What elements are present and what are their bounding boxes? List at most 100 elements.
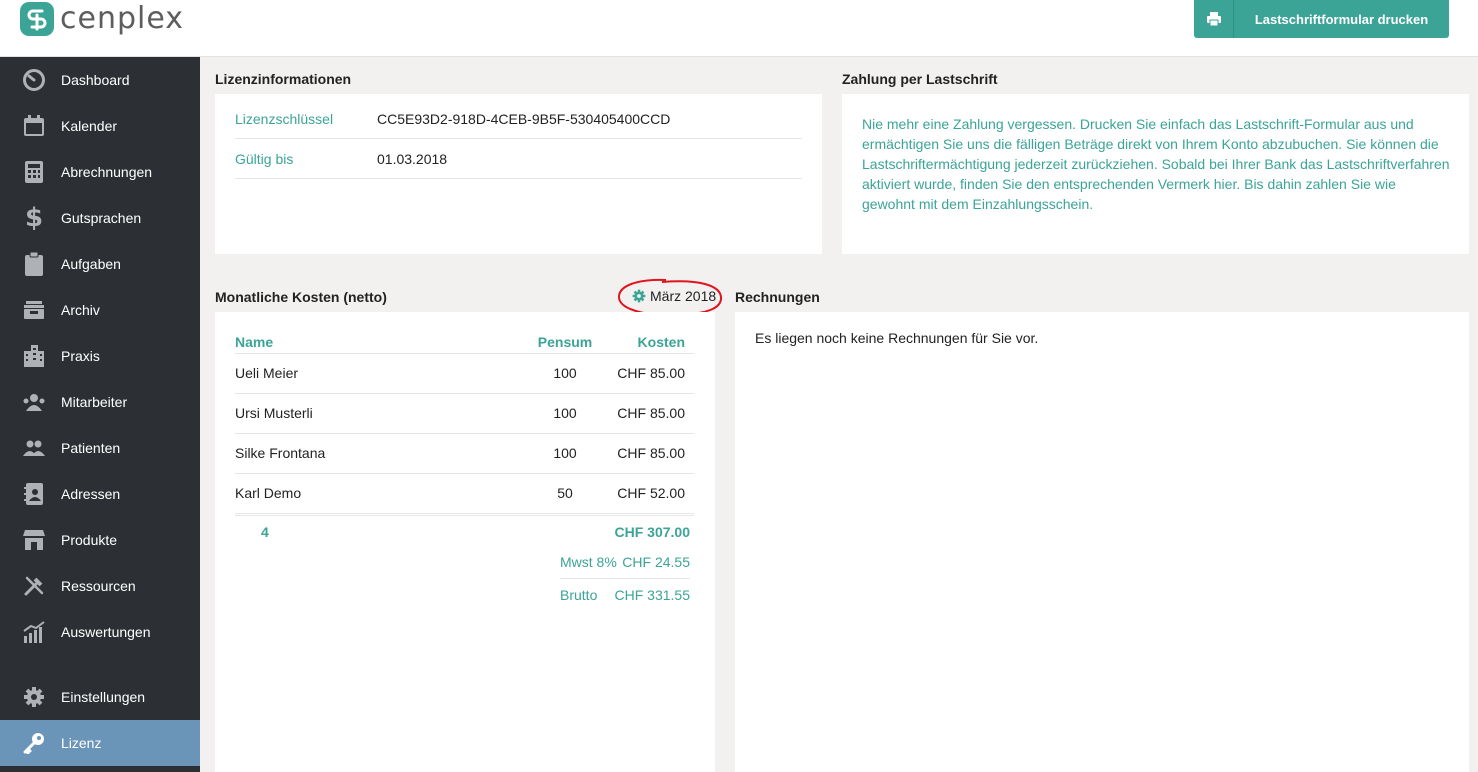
dollar-icon: $ (24, 203, 44, 233)
table-row: Silke Frontana 100 CHF 85.00 (235, 433, 694, 474)
brand-name: cenplex (60, 1, 185, 36)
tools-icon (21, 573, 47, 599)
sidebar-item-label: Lizenz (61, 735, 102, 751)
payment-section-title: Zahlung per Lastschrift (842, 71, 998, 87)
invoices-section-title: Rechnungen (735, 289, 820, 305)
payment-panel: Nie mehr eine Zahlung vergessen. Drucken… (842, 94, 1469, 254)
license-panel: Lizenzschlüssel CC5E93D2-918D-4CEB-9B5F-… (215, 94, 822, 254)
sidebar-item-praxis[interactable]: Praxis (0, 333, 200, 379)
table-row: Ursi Musterli 100 CHF 85.00 (235, 393, 694, 434)
gear-icon (632, 289, 646, 303)
costs-panel: Name Pensum Kosten Ueli Meier 100 CHF 85… (215, 312, 715, 772)
logo[interactable]: cenplex (20, 2, 184, 36)
license-key-value: CC5E93D2-918D-4CEB-9B5F-530405400CCD (377, 110, 671, 127)
sidebar-item-patienten[interactable]: Patienten (0, 425, 200, 471)
costs-table: Name Pensum Kosten Ueli Meier 100 CHF 85… (235, 332, 694, 514)
chart-icon (21, 619, 47, 645)
logo-mark-icon (20, 2, 54, 36)
patients-icon (21, 435, 47, 461)
row-name: Silke Frontana (235, 433, 515, 474)
sidebar-item-kalender[interactable]: Kalender (0, 103, 200, 149)
sidebar-item-gutsprachen[interactable]: $ Gutsprachen (0, 195, 200, 241)
sidebar-item-abrechnungen[interactable]: Abrechnungen (0, 149, 200, 195)
sidebar-item-label: Gutsprachen (61, 210, 142, 226)
vat-value: CHF 24.55 (622, 554, 690, 570)
sidebar-item-adressen[interactable]: Adressen (0, 471, 200, 517)
employee-count: 4 (261, 524, 269, 540)
gross-label: Brutto (560, 587, 598, 603)
license-key-row: Lizenzschlüssel CC5E93D2-918D-4CEB-9B5F-… (235, 99, 802, 139)
month-selector-label: März 2018 (650, 288, 717, 304)
invoices-panel: Es liegen noch keine Rechnungen für Sie … (735, 312, 1469, 772)
key-icon (21, 730, 47, 756)
sidebar-item-label: Ressourcen (61, 578, 136, 594)
sidebar-item-mitarbeiter[interactable]: Mitarbeiter (0, 379, 200, 425)
sidebar-item-label: Abrechnungen (61, 164, 153, 180)
building-icon (21, 343, 47, 369)
total-divider (235, 515, 694, 516)
sidebar-item-label: Archiv (61, 302, 100, 318)
sidebar-item-ressourcen[interactable]: Ressourcen (0, 563, 200, 609)
row-name: Ursi Musterli (235, 393, 515, 434)
column-header-pensum[interactable]: Pensum (515, 332, 615, 354)
sidebar-item-archiv[interactable]: Archiv (0, 287, 200, 333)
sidebar-item-produkte[interactable]: Produkte (0, 517, 200, 563)
license-section-title: Lizenzinformationen (215, 71, 352, 87)
costs-section-title: Monatliche Kosten (netto) (215, 289, 387, 305)
gear-icon (21, 684, 47, 710)
staff-icon (21, 389, 47, 415)
payment-description: Nie mehr eine Zahlung vergessen. Drucken… (862, 116, 1450, 212)
shop-icon (21, 527, 47, 553)
sidebar-item-label: Adressen (61, 486, 121, 502)
row-kosten: CHF 85.00 (615, 353, 694, 394)
sidebar: Dashboard Kalender Abrechnungen $ Gutspr… (0, 57, 200, 772)
net-total: CHF 307.00 (614, 524, 690, 540)
column-header-kosten[interactable]: Kosten (615, 332, 694, 354)
month-selector[interactable]: März 2018 (632, 288, 716, 304)
sidebar-item-auswertungen[interactable]: Auswertungen (0, 609, 200, 655)
table-row: Karl Demo 50 CHF 52.00 (235, 473, 694, 514)
row-pensum: 100 (515, 433, 615, 474)
license-key-label: Lizenzschlüssel (235, 110, 334, 127)
row-kosten: CHF 52.00 (615, 473, 694, 514)
vat-label: Mwst 8% (560, 554, 617, 570)
sidebar-item-dashboard[interactable]: Dashboard (0, 57, 200, 103)
print-debit-form-button[interactable]: Lastschriftformular drucken (1194, 0, 1449, 38)
sidebar-item-label: Dashboard (61, 72, 130, 88)
archive-icon (21, 297, 47, 323)
dashboard-icon (21, 67, 47, 93)
row-kosten: CHF 85.00 (615, 393, 694, 434)
sidebar-item-label: Praxis (61, 348, 100, 364)
address-book-icon (21, 481, 47, 507)
sidebar-item-label: Auswertungen (61, 624, 151, 640)
valid-until-row: Gültig bis 01.03.2018 (235, 139, 802, 179)
printer-icon (1194, 0, 1234, 38)
row-pensum: 100 (515, 353, 615, 394)
clipboard-icon (21, 251, 47, 277)
sidebar-item-label: Produkte (61, 532, 118, 548)
print-button-label: Lastschriftformular drucken (1254, 11, 1429, 27)
sidebar-item-aufgaben[interactable]: Aufgaben (0, 241, 200, 287)
row-kosten: CHF 85.00 (615, 433, 694, 474)
valid-until-label: Gültig bis (235, 150, 294, 167)
valid-until-value: 01.03.2018 (377, 150, 448, 167)
row-name: Ueli Meier (235, 353, 515, 394)
calendar-icon (21, 113, 47, 139)
sidebar-item-label: Patienten (61, 440, 121, 456)
table-row: Ueli Meier 100 CHF 85.00 (235, 353, 694, 394)
gross-divider (560, 578, 690, 579)
row-pensum: 100 (515, 393, 615, 434)
sidebar-item-label: Mitarbeiter (61, 394, 128, 410)
sidebar-item-label: Aufgaben (61, 256, 121, 272)
sidebar-item-lizenz[interactable]: Lizenz (0, 720, 200, 766)
sidebar-item-einstellungen[interactable]: Einstellungen (0, 674, 200, 720)
row-name: Karl Demo (235, 473, 515, 514)
sidebar-item-label: Einstellungen (61, 689, 146, 705)
costs-table-header: Name Pensum Kosten (235, 332, 694, 354)
calculator-icon (21, 159, 47, 185)
row-pensum: 50 (515, 473, 615, 514)
column-header-name[interactable]: Name (235, 332, 515, 354)
gross-value: CHF 331.55 (614, 587, 690, 603)
top-bar: cenplex Lastschriftformular drucken (0, 0, 1478, 57)
no-invoices-message: Es liegen noch keine Rechnungen für Sie … (755, 330, 1039, 346)
